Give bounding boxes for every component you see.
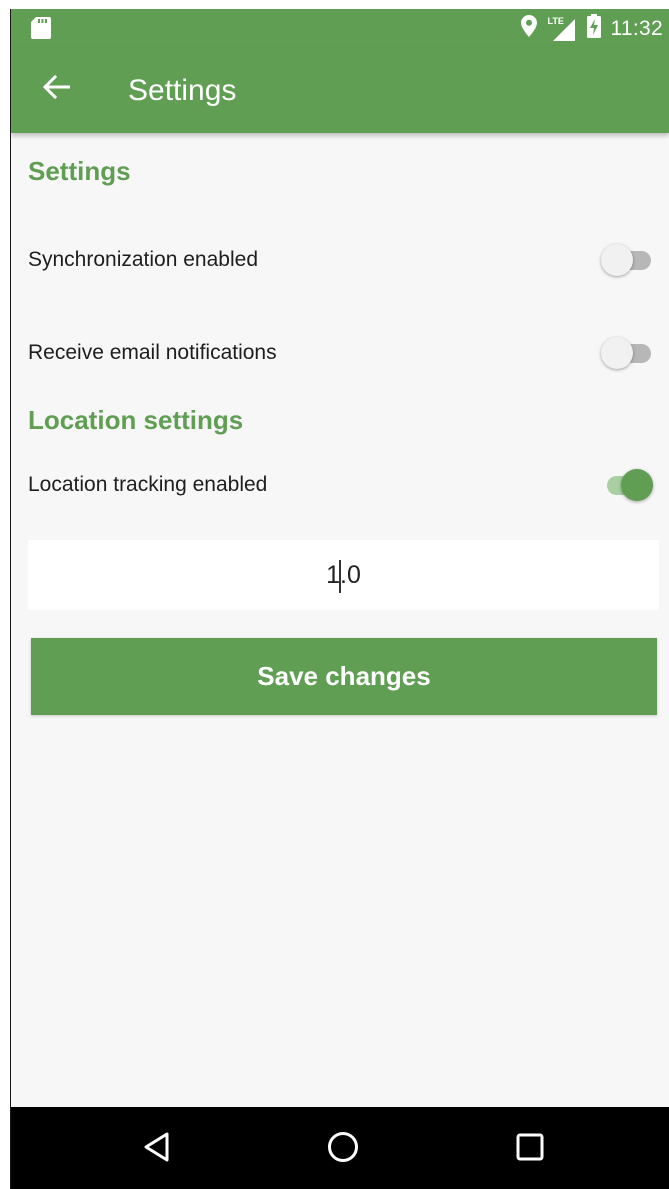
email-notifications-switch[interactable] (601, 336, 655, 370)
switch-thumb (621, 469, 653, 501)
synchronization-switch[interactable] (601, 243, 655, 277)
pref-label-location-tracking: Location tracking enabled (28, 473, 268, 496)
pref-row-location-tracking[interactable]: Location tracking enabled (11, 455, 669, 515)
status-bar: LTE 11:32 (11, 9, 669, 47)
location-tracking-switch[interactable] (601, 468, 655, 502)
battery-charging-icon (586, 14, 601, 43)
back-button[interactable] (35, 67, 79, 111)
nav-recents-button[interactable] (500, 1123, 560, 1175)
section-title-settings: Settings (28, 156, 131, 186)
recents-square-icon (516, 1133, 544, 1166)
arrow-back-icon (42, 74, 71, 104)
text-cursor (339, 560, 341, 593)
nav-home-button[interactable] (313, 1123, 373, 1175)
pref-row-email-notifications[interactable]: Receive email notifications (11, 323, 669, 383)
status-icons: LTE 11:32 (520, 14, 664, 43)
location-interval-input[interactable] (28, 540, 659, 610)
home-circle-icon (327, 1131, 359, 1168)
pref-label-synchronization: Synchronization enabled (28, 248, 258, 271)
app-bar: Settings (11, 47, 669, 133)
navigation-bar (11, 1107, 669, 1189)
pref-row-synchronization[interactable]: Synchronization enabled (11, 230, 669, 290)
switch-thumb (601, 337, 633, 369)
section-title-location: Location settings (28, 405, 244, 435)
device-screen: LTE 11:32 Settings Settings Synchronizat… (11, 9, 669, 1189)
pref-label-email-notifications: Receive email notifications (28, 341, 277, 364)
location-interval-field[interactable] (28, 540, 659, 610)
sd-card-icon (31, 17, 51, 44)
status-time: 11:32 (610, 16, 663, 40)
lte-label: LTE (547, 15, 564, 26)
lte-signal-icon: LTE (547, 15, 577, 41)
nav-back-button[interactable] (127, 1123, 187, 1175)
location-pin-icon (520, 15, 537, 42)
save-changes-button[interactable]: Save changes (31, 638, 657, 715)
page-title: Settings (128, 74, 237, 107)
back-triangle-icon (143, 1132, 171, 1167)
switch-thumb (601, 244, 633, 276)
